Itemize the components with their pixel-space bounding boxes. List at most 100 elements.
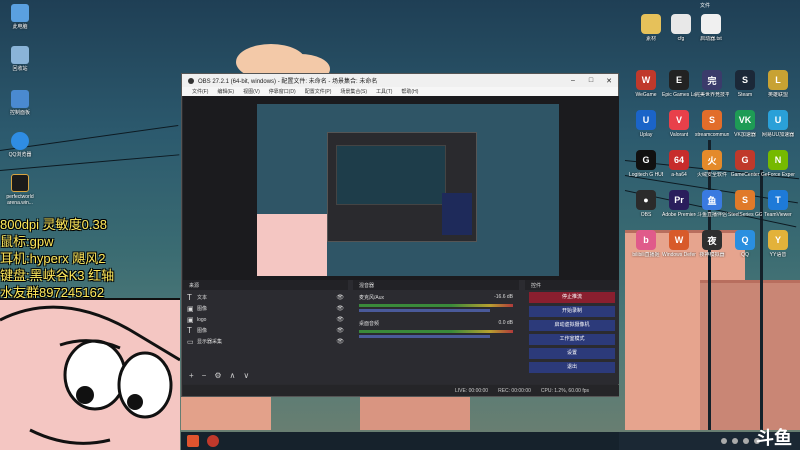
desktop-app-icon[interactable]: b bilibili直播姬: [629, 230, 663, 258]
controls-dock: 控件 停止推流 开始录制 启动虚拟摄像机 工作室模式 设置 退出: [525, 280, 619, 384]
desktop-icon-perfectworld[interactable]: perfectworld arena.win...: [0, 174, 40, 206]
overlay-line-headset: 耳机:hyperx 飓风2: [0, 251, 106, 266]
virtual-camera-button[interactable]: 启动虚拟摄像机: [529, 320, 615, 331]
maximize-icon[interactable]: □: [582, 77, 600, 85]
menu-scene-collection[interactable]: 场景集合(S): [340, 88, 367, 95]
menu-profile[interactable]: 配置文件(P): [305, 88, 332, 95]
sources-dock: 来源 T 文本 👁 ▣ 图像 👁 ▣ logo 👁 T 图像 👁 ▭ 显示器采集…: [183, 280, 348, 384]
mixer-volume-slider[interactable]: [359, 335, 490, 338]
app-icon: W: [669, 230, 689, 250]
close-icon[interactable]: ✕: [600, 77, 618, 85]
desktop-icon-material[interactable]: 素材: [634, 14, 668, 42]
desktop-app-icon[interactable]: 火火绒安全软件: [695, 150, 729, 178]
obs-docks: 来源 T 文本 👁 ▣ 图像 👁 ▣ logo 👁 T 图像 👁 ▭ 显示器采集…: [183, 280, 619, 384]
cartoon-face-icon: [0, 300, 180, 450]
app-icon-label: Windows Defender: [662, 252, 696, 258]
desktop-app-icon[interactable]: ● OBS: [629, 190, 663, 218]
source-item[interactable]: ▭ 显示器采集 👁: [187, 336, 344, 347]
perfectworld-icon: [11, 174, 29, 192]
desktop-icon-control-panel[interactable]: 控制面板: [0, 90, 40, 116]
tray-icon[interactable]: [721, 438, 727, 444]
desktop-app-icon[interactable]: N GeForce Experience: [761, 150, 795, 178]
up-icon[interactable]: ∧: [230, 371, 236, 380]
eye-icon[interactable]: 👁: [336, 316, 344, 323]
desktop-app-icon[interactable]: U 网易UU加速器: [761, 110, 795, 138]
desktop-app-icon[interactable]: Q QQ: [728, 230, 762, 258]
menu-edit[interactable]: 编辑(E): [217, 88, 234, 95]
computer-icon: [11, 4, 29, 22]
text-source-icon: T: [187, 326, 192, 335]
menu-file[interactable]: 文件(F): [192, 88, 208, 95]
eye-icon[interactable]: 👁: [336, 305, 344, 312]
studio-mode-button[interactable]: 工作室模式: [529, 334, 615, 345]
desktop-icon-launcher-txt[interactable]: 启动器.txt: [694, 14, 728, 42]
taskbar-app-icon[interactable]: [207, 435, 219, 447]
source-item[interactable]: T 图像 👁: [187, 325, 344, 336]
desktop-app-icon[interactable]: E Epic Games Launcher: [662, 70, 696, 98]
desktop-app-icon[interactable]: U Uplay: [629, 110, 663, 138]
taskbar-app-icon[interactable]: [187, 435, 199, 447]
desktop-label-file: 文件: [700, 3, 711, 9]
down-icon[interactable]: ∨: [243, 371, 249, 380]
desktop-icon-this-pc[interactable]: 此电脑: [0, 4, 40, 30]
desktop-app-icon[interactable]: 夜夜神模拟器: [695, 230, 729, 258]
start-recording-button[interactable]: 开始录制: [529, 306, 615, 317]
desktop-app-icon[interactable]: Sstreamcommunity: [695, 110, 729, 138]
eye-icon[interactable]: 👁: [336, 327, 344, 334]
mixer-volume-slider[interactable]: [359, 309, 490, 312]
add-icon[interactable]: +: [189, 371, 194, 380]
desktop-app-icon[interactable]: W WeGame: [629, 70, 663, 98]
app-icon: L: [768, 70, 788, 90]
desktop-app-icon[interactable]: G GameCenter: [728, 150, 762, 178]
desktop-app-icon[interactable]: 鱼斗鱼直播伴侣: [695, 190, 729, 218]
image-source-icon: ▣: [187, 316, 194, 324]
desktop-icon-qq-browser[interactable]: QQ浏览器: [0, 132, 40, 158]
desktop-app-icon[interactable]: V Valorant: [662, 110, 696, 138]
desktop-app-icon[interactable]: T TeamViewer: [761, 190, 795, 218]
remove-icon[interactable]: −: [202, 371, 207, 380]
eye-icon[interactable]: 👁: [336, 338, 344, 345]
exit-button[interactable]: 退出: [529, 362, 615, 373]
app-icon: G: [636, 150, 656, 170]
app-icon-label: 夜神模拟器: [699, 252, 725, 258]
app-icon-label: TeamViewer: [764, 212, 792, 218]
desktop-app-icon[interactable]: VK VK加速器: [728, 110, 762, 138]
obs-window[interactable]: OBS 27.2.1 (64-bit, windows) - 配置文件: 未命名…: [181, 73, 619, 397]
menu-tools[interactable]: 工具(T): [376, 88, 392, 95]
source-item[interactable]: ▣ logo 👁: [187, 314, 344, 325]
desktop-app-icon[interactable]: W Windows Defender: [662, 230, 696, 258]
desktop-app-icon[interactable]: Y YY语音: [761, 230, 795, 258]
desktop-app-icon[interactable]: G Logitech G HUB: [629, 150, 663, 178]
source-item[interactable]: ▣ 图像 👁: [187, 303, 344, 314]
desktop-app-icon[interactable]: L 英雄联盟: [761, 70, 795, 98]
desktop-app-icon[interactable]: S SteelSeries GG: [728, 190, 762, 218]
obs-logo-icon: [188, 77, 194, 84]
sources-toolbar: + − ⚙ ∧ ∨: [189, 371, 249, 380]
text-file-icon: [701, 14, 721, 34]
menu-docks[interactable]: 停靠窗口(D): [269, 88, 296, 95]
desktop-icon-recycle-bin[interactable]: 回收站: [0, 46, 40, 72]
desktop-app-icon[interactable]: 完完美世界竞技平台: [695, 70, 729, 98]
desktop-app-icon[interactable]: Pr Adobe Premiere Pro: [662, 190, 696, 218]
menu-view[interactable]: 视图(V): [243, 88, 260, 95]
source-item[interactable]: T 文本 👁: [187, 292, 344, 303]
minimize-icon[interactable]: –: [564, 77, 582, 85]
tray-icon[interactable]: [743, 438, 749, 444]
cartoon-avatar-cam: [0, 298, 180, 450]
desktop-icon-cfg[interactable]: cfg: [664, 14, 698, 42]
app-icon: S: [735, 190, 755, 210]
gear-icon[interactable]: ⚙: [214, 371, 221, 380]
app-icon-label: bilibili直播姬: [632, 252, 660, 258]
desktop-app-icon[interactable]: S Steam: [728, 70, 762, 98]
tray-icon[interactable]: [732, 438, 738, 444]
app-icon-label: GameCenter: [730, 172, 760, 178]
eye-icon[interactable]: 👁: [336, 294, 344, 301]
menu-help[interactable]: 帮助(H): [401, 88, 418, 95]
app-icon: S: [702, 110, 722, 130]
settings-button[interactable]: 设置: [529, 348, 615, 359]
rec-status: REC: 00:00:00: [498, 387, 531, 394]
obs-titlebar[interactable]: OBS 27.2.1 (64-bit, windows) - 配置文件: 未命名…: [182, 74, 618, 87]
stop-stream-button[interactable]: 停止推流: [529, 292, 615, 303]
app-icon-label: Epic Games Launcher: [662, 92, 696, 98]
desktop-app-icon[interactable]: 64 a-ha64: [662, 150, 696, 178]
